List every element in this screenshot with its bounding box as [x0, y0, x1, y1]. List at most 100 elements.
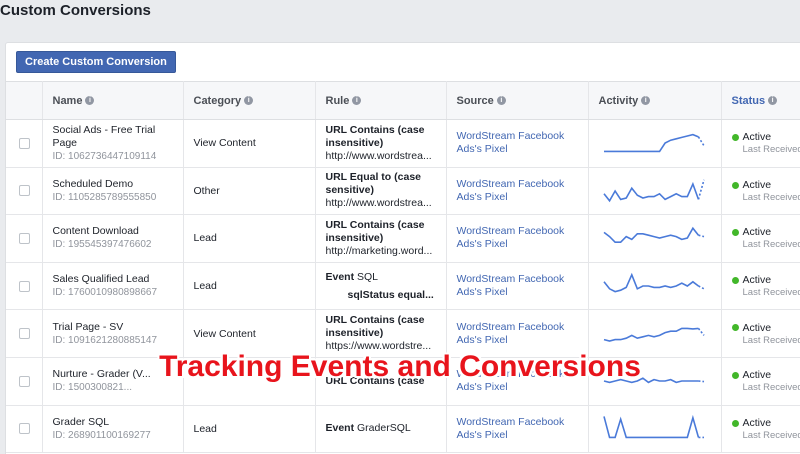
column-header-name[interactable]: Name i: [42, 81, 184, 120]
conversion-name[interactable]: Sales Qualified Lead: [53, 273, 183, 286]
source-pixel-link[interactable]: WordStream Facebook Ads's Pixel: [457, 416, 588, 442]
table-row[interactable]: Nurture - Grader (V... ID: 1500300821... …: [6, 357, 800, 406]
activity-line: [603, 377, 698, 384]
custom-conversions-panel: Create Custom Conversion Name i Category i…: [5, 42, 800, 454]
active-status-dot: [731, 276, 739, 284]
source-pixel-link[interactable]: WordStream Facebook Ads's Pixel: [457, 273, 588, 299]
conversion-name[interactable]: Nurture - Grader (V...: [53, 368, 183, 381]
conversion-id: ID: 1500300821...: [52, 382, 133, 394]
rule-condition: URL Contains (case: [325, 374, 425, 387]
table-row[interactable]: Sales Qualified Lead ID: 1760010980898667…: [6, 262, 800, 311]
table-row[interactable]: Grader SQL ID: 268901100169277 Lead Event…: [6, 405, 800, 454]
select-all-header: [6, 81, 43, 120]
conversion-id: ID: 1760010980898667: [52, 287, 158, 299]
conversion-category: Lead: [183, 405, 316, 454]
activity-sparkline: [603, 227, 704, 244]
table-row[interactable]: Scheduled Demo ID: 1105285789555850 Other…: [6, 167, 800, 216]
info-icon[interactable]: i: [496, 96, 506, 106]
conversion-name[interactable]: Grader SQL: [53, 416, 183, 429]
row-checkbox[interactable]: [19, 280, 30, 292]
activity-sparkline: [602, 179, 705, 203]
row-checkbox[interactable]: [19, 185, 30, 197]
source-pixel-link[interactable]: WordStream Facebook Ads's Pixel: [457, 321, 588, 347]
rule-condition: URL Contains (case insensitive): [325, 314, 425, 340]
activity-line-partial: [697, 136, 705, 147]
conversion-category: View Content: [183, 119, 316, 168]
conversion-name[interactable]: Trial Page - SV: [53, 321, 183, 334]
rule-condition: Event SQL: [325, 270, 379, 283]
activity-line-partial: [697, 234, 704, 238]
conversion-category: Lead: [183, 262, 316, 311]
last-received-text: Last Received: [742, 287, 800, 299]
activity-line-partial: [697, 285, 704, 290]
activity-sparkline: [602, 272, 704, 293]
activity-sparkline: [602, 414, 704, 439]
rule-parameter: sqlStatus equal...: [347, 288, 434, 301]
rule-condition: URL Equal to (case sensitive): [325, 171, 422, 197]
status-text: Active: [742, 321, 772, 334]
active-status-dot: [731, 134, 739, 142]
source-pixel-link[interactable]: WordStream Facebook Ads's Pixel: [457, 130, 588, 156]
activity-line: [602, 414, 699, 439]
activity-line: [603, 134, 699, 153]
status-text: Active: [742, 369, 772, 382]
info-icon[interactable]: i: [352, 96, 362, 106]
table-row[interactable]: Social Ads - Free Trial Page ID: 10627364…: [6, 119, 800, 168]
conversion-id: ID: 1091621280885147: [52, 334, 158, 346]
active-status-dot: [731, 324, 739, 332]
column-header-category[interactable]: Category i: [183, 81, 316, 120]
conversion-id: ID: 1105285789555850: [52, 191, 157, 203]
status-text: Active: [742, 416, 772, 429]
row-checkbox[interactable]: [19, 423, 30, 435]
table-row[interactable]: Content Download ID: 195545397476602 Lead…: [6, 214, 800, 263]
status-text: Active: [742, 131, 772, 144]
source-pixel-link[interactable]: WordStream Facebook Ads's Pixel: [457, 368, 588, 394]
activity-line: [603, 327, 699, 342]
info-icon[interactable]: i: [768, 96, 778, 106]
last-received-text: Last Received: [742, 382, 800, 394]
row-checkbox[interactable]: [19, 137, 30, 149]
conversion-id: ID: 195545397476602: [52, 239, 152, 251]
conversion-name[interactable]: Scheduled Demo: [53, 178, 183, 191]
row-checkbox[interactable]: [19, 232, 30, 244]
activity-line: [602, 181, 699, 203]
rule-condition: URL Contains (case insensitive): [325, 218, 425, 244]
info-icon[interactable]: i: [244, 96, 254, 106]
status-text: Active: [742, 274, 772, 287]
row-checkbox[interactable]: [19, 328, 30, 340]
table-row[interactable]: Trial Page - SV ID: 1091621280885147 View…: [6, 309, 800, 358]
create-custom-conversion-button[interactable]: Create Custom Conversion: [16, 51, 176, 73]
conversion-category: View Content: [183, 309, 316, 358]
table-header-row: Name i Category i Rule i Source i Activity i …: [6, 81, 800, 120]
conversion-id: ID: 1062736447109114: [52, 150, 157, 162]
last-received-text: Last Received: [742, 239, 800, 251]
conversion-name[interactable]: Content Download: [53, 225, 183, 238]
column-header-rule[interactable]: Rule i: [315, 81, 447, 120]
last-received-text: Last Received: [742, 334, 800, 346]
source-pixel-link[interactable]: WordStream Facebook Ads's Pixel: [457, 225, 588, 251]
source-pixel-link[interactable]: WordStream Facebook Ads's Pixel: [457, 178, 588, 204]
last-received-text: Last Received: [742, 429, 800, 441]
column-header-status[interactable]: Status i: [721, 81, 800, 120]
active-status-dot: [731, 419, 739, 427]
conversions-table: Name i Category i Rule i Source i Activity i …: [6, 81, 800, 454]
rule-url: https://www.wordstre...: [325, 340, 432, 353]
activity-line-partial: [697, 327, 705, 336]
column-header-activity[interactable]: Activity i: [588, 81, 722, 120]
row-checkbox[interactable]: [19, 375, 30, 387]
activity-sparkline: [603, 134, 705, 153]
rule-condition: URL Contains (case insensitive): [325, 123, 425, 149]
conversion-name[interactable]: Social Ads - Free Trial Page: [53, 124, 183, 150]
activity-line-partial: [697, 179, 705, 200]
last-received-text: Last Received: [742, 144, 800, 156]
rule-url: http://www.wordstrea...: [325, 149, 432, 162]
conversion-category: Lead: [183, 214, 316, 263]
page-title: Custom Conversions: [0, 2, 151, 19]
column-header-source[interactable]: Source i: [446, 81, 589, 120]
conversion-id: ID: 268901100169277: [52, 429, 151, 441]
conversion-category: Other: [183, 167, 316, 216]
activity-line: [602, 272, 699, 293]
info-icon[interactable]: i: [85, 96, 95, 106]
info-icon[interactable]: i: [641, 96, 651, 106]
rule-url: http://marketing.word...: [325, 244, 433, 257]
